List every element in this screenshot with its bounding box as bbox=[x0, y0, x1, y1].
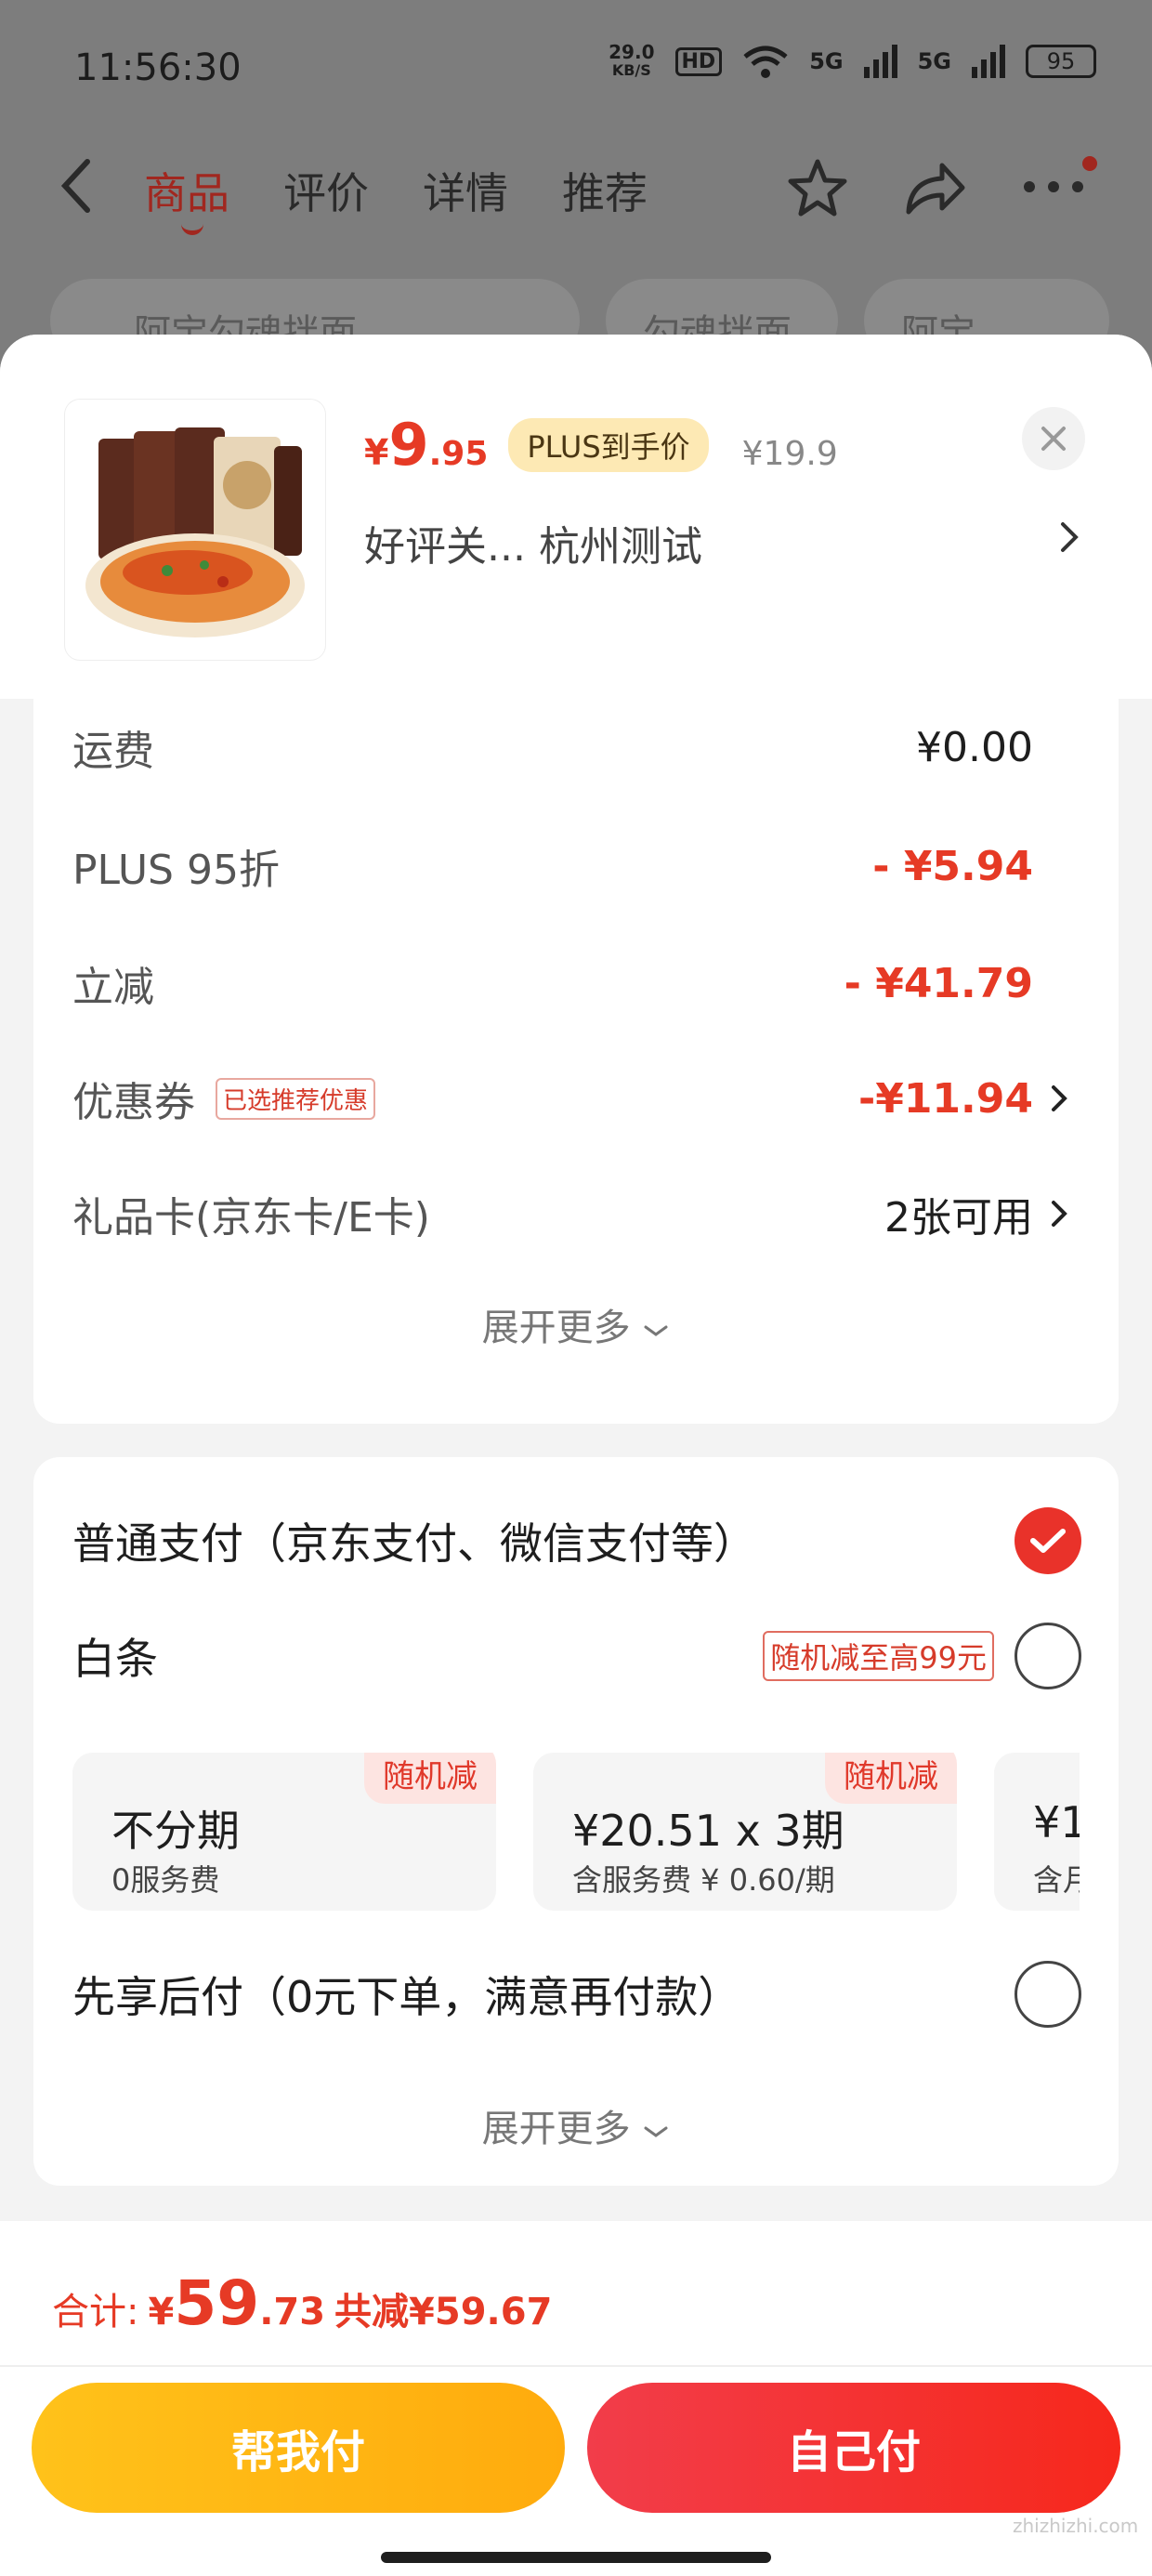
product-nav: 商品 评价 详情 推荐 bbox=[0, 139, 1152, 235]
tab-recommend[interactable]: 推荐 bbox=[562, 160, 648, 221]
chevron-down-icon bbox=[644, 2126, 668, 2137]
product-summary: ¥ 9 .95 PLUS到手价 ¥19.9 好评关... 杭州测试 bbox=[0, 335, 1152, 699]
radio-selected[interactable] bbox=[1015, 1507, 1081, 1574]
expand-costs-button[interactable]: 展开更多 bbox=[33, 1297, 1119, 1351]
tab-goods[interactable]: 商品 bbox=[144, 160, 229, 235]
spec-selector[interactable]: 好评关... 杭州测试 bbox=[364, 513, 702, 572]
giftcard-row[interactable]: 礼品卡(京东卡/E卡) 2张可用 bbox=[72, 1186, 1078, 1242]
tab-details[interactable]: 详情 bbox=[423, 160, 508, 221]
total-label: 合计: bbox=[52, 2291, 139, 2333]
baitiao-label: 白条 bbox=[72, 1634, 158, 1684]
tab-reviews[interactable]: 评价 bbox=[283, 160, 369, 221]
giftcard-value: 2张可用 bbox=[884, 1194, 1033, 1242]
plus-discount-row: PLUS 95折 - ¥5.94 bbox=[72, 838, 1078, 895]
price-decimal: .95 bbox=[428, 435, 489, 473]
shipping-label: 运费 bbox=[72, 728, 154, 775]
original-price: ¥19.9 bbox=[741, 435, 838, 473]
shipping-value: ¥0.00 bbox=[916, 723, 1033, 771]
coupon-row[interactable]: 优惠券 已选推荐优惠 -¥11.94 bbox=[72, 1071, 1078, 1126]
close-button[interactable] bbox=[1022, 407, 1085, 470]
help-me-pay-button[interactable]: 帮我付 bbox=[32, 2383, 565, 2513]
hd-icon: HD bbox=[674, 46, 723, 76]
radio-baitiao[interactable] bbox=[1015, 1623, 1081, 1689]
plan-title: ¥1 bbox=[1033, 1797, 1080, 1847]
signal-icon-1: 5G bbox=[809, 48, 844, 74]
status-bar: 11:56:30 29.0 KB/S HD 5G 5G 95 bbox=[0, 0, 1152, 130]
normal-pay-label: 普通支付（京东支付、微信支付等） bbox=[72, 1518, 756, 1569]
check-icon bbox=[1030, 1529, 1066, 1553]
status-indicators: 29.0 KB/S HD 5G 5G 95 bbox=[609, 43, 1096, 80]
share-icon[interactable] bbox=[901, 156, 968, 219]
total-summary: 合计: ¥ 59 .73 共减¥59.67 bbox=[52, 2267, 552, 2339]
payment-methods-card: 普通支付（京东支付、微信支付等） 白条 随机减至高99元 随机减 不分期 0服务… bbox=[33, 1457, 1119, 2186]
giftcard-label: 礼品卡(京东卡/E卡) bbox=[72, 1194, 430, 1242]
plan-random-badge: 随机减 bbox=[364, 1753, 496, 1804]
chevron-down-icon bbox=[644, 1325, 668, 1336]
pay-later-label: 先享后付（0元下单，满意再付款） bbox=[72, 1972, 741, 2022]
product-tabs: 商品 评价 详情 推荐 bbox=[144, 160, 648, 235]
plan-random-badge: 随机减 bbox=[825, 1753, 957, 1804]
coupon-tag: 已选推荐优惠 bbox=[216, 1077, 376, 1120]
chevron-right-icon bbox=[1061, 522, 1079, 552]
cost-breakdown-card: 运费 ¥0.00 PLUS 95折 - ¥5.94 立减 - ¥41.79 优惠… bbox=[33, 699, 1119, 1424]
instant-discount-row: 立减 - ¥41.79 bbox=[72, 955, 1078, 1012]
network-speed: 29.0 KB/S bbox=[609, 41, 655, 79]
home-indicator[interactable] bbox=[381, 2552, 771, 2563]
radio-pay-later[interactable] bbox=[1015, 1961, 1081, 2028]
product-image bbox=[65, 400, 325, 660]
installment-plan-3[interactable]: ¥1 含月 bbox=[994, 1753, 1080, 1911]
shipping-row: 运费 ¥0.00 bbox=[72, 719, 1078, 776]
pay-myself-button[interactable]: 自己付 bbox=[587, 2383, 1120, 2513]
plan-subtitle: 0服务费 bbox=[111, 1862, 220, 1898]
plan-subtitle: 含服务费 ¥ 0.60/期 bbox=[572, 1862, 835, 1898]
total-currency: ¥ bbox=[148, 2291, 175, 2333]
star-icon[interactable] bbox=[786, 156, 849, 219]
watermark: zhizhizhi.com bbox=[1013, 2515, 1139, 2537]
total-decimal: .73 bbox=[259, 2291, 326, 2333]
checkout-footer: 合计: ¥ 59 .73 共减¥59.67 帮我付 自己付 zhizhizhi.… bbox=[0, 2221, 1152, 2576]
plus-discount-value: - ¥5.94 bbox=[872, 842, 1033, 890]
plus-price-badge: PLUS到手价 bbox=[508, 418, 709, 472]
price-currency: ¥ bbox=[364, 432, 389, 473]
chevron-right-icon bbox=[1052, 1085, 1067, 1111]
plan-title: ¥20.51 x 3期 bbox=[572, 1806, 844, 1856]
plan-subtitle: 含月 bbox=[1033, 1862, 1080, 1898]
price-integer: 9 bbox=[388, 411, 429, 479]
footer-divider bbox=[0, 2365, 1152, 2367]
wifi-icon bbox=[743, 46, 788, 78]
baitiao-option[interactable]: 白条 随机减至高99元 bbox=[72, 1619, 1081, 1693]
baitiao-promo-tag: 随机减至高99元 bbox=[763, 1631, 994, 1681]
signal-bars-icon-2 bbox=[972, 45, 1005, 78]
normal-pay-option[interactable]: 普通支付（京东支付、微信支付等） bbox=[72, 1504, 1081, 1578]
back-arrow-icon[interactable] bbox=[58, 158, 95, 214]
battery-icon: 95 bbox=[1026, 45, 1096, 78]
pay-later-option[interactable]: 先享后付（0元下单，满意再付款） bbox=[72, 1957, 1081, 2031]
status-time: 11:56:30 bbox=[74, 46, 242, 89]
total-integer: 59 bbox=[174, 2267, 260, 2339]
coupon-value: -¥11.94 bbox=[857, 1074, 1033, 1123]
chevron-right-icon bbox=[1052, 1201, 1067, 1227]
close-icon bbox=[1041, 427, 1066, 451]
price-row: ¥ 9 .95 PLUS到手价 ¥19.9 bbox=[364, 411, 838, 480]
plan-title: 不分期 bbox=[111, 1806, 240, 1856]
expand-payment-button[interactable]: 展开更多 bbox=[33, 2098, 1119, 2152]
more-icon[interactable] bbox=[1020, 173, 1087, 201]
notification-dot bbox=[1082, 156, 1097, 171]
total-saved: 共减¥59.67 bbox=[334, 2291, 553, 2333]
instant-discount-value: - ¥41.79 bbox=[844, 959, 1033, 1007]
signal-bars-icon-1 bbox=[863, 45, 897, 78]
installment-plan-1[interactable]: 随机减 不分期 0服务费 bbox=[72, 1753, 496, 1911]
plus-discount-label: PLUS 95折 bbox=[72, 847, 280, 894]
installment-plans: 随机减 不分期 0服务费 随机减 ¥20.51 x 3期 含服务费 ¥ 0.60… bbox=[72, 1753, 1080, 1911]
installment-plan-2[interactable]: 随机减 ¥20.51 x 3期 含服务费 ¥ 0.60/期 bbox=[533, 1753, 957, 1911]
instant-discount-label: 立减 bbox=[72, 964, 154, 1011]
coupon-label: 优惠券 bbox=[72, 1079, 195, 1126]
signal-icon-2: 5G bbox=[917, 48, 951, 74]
